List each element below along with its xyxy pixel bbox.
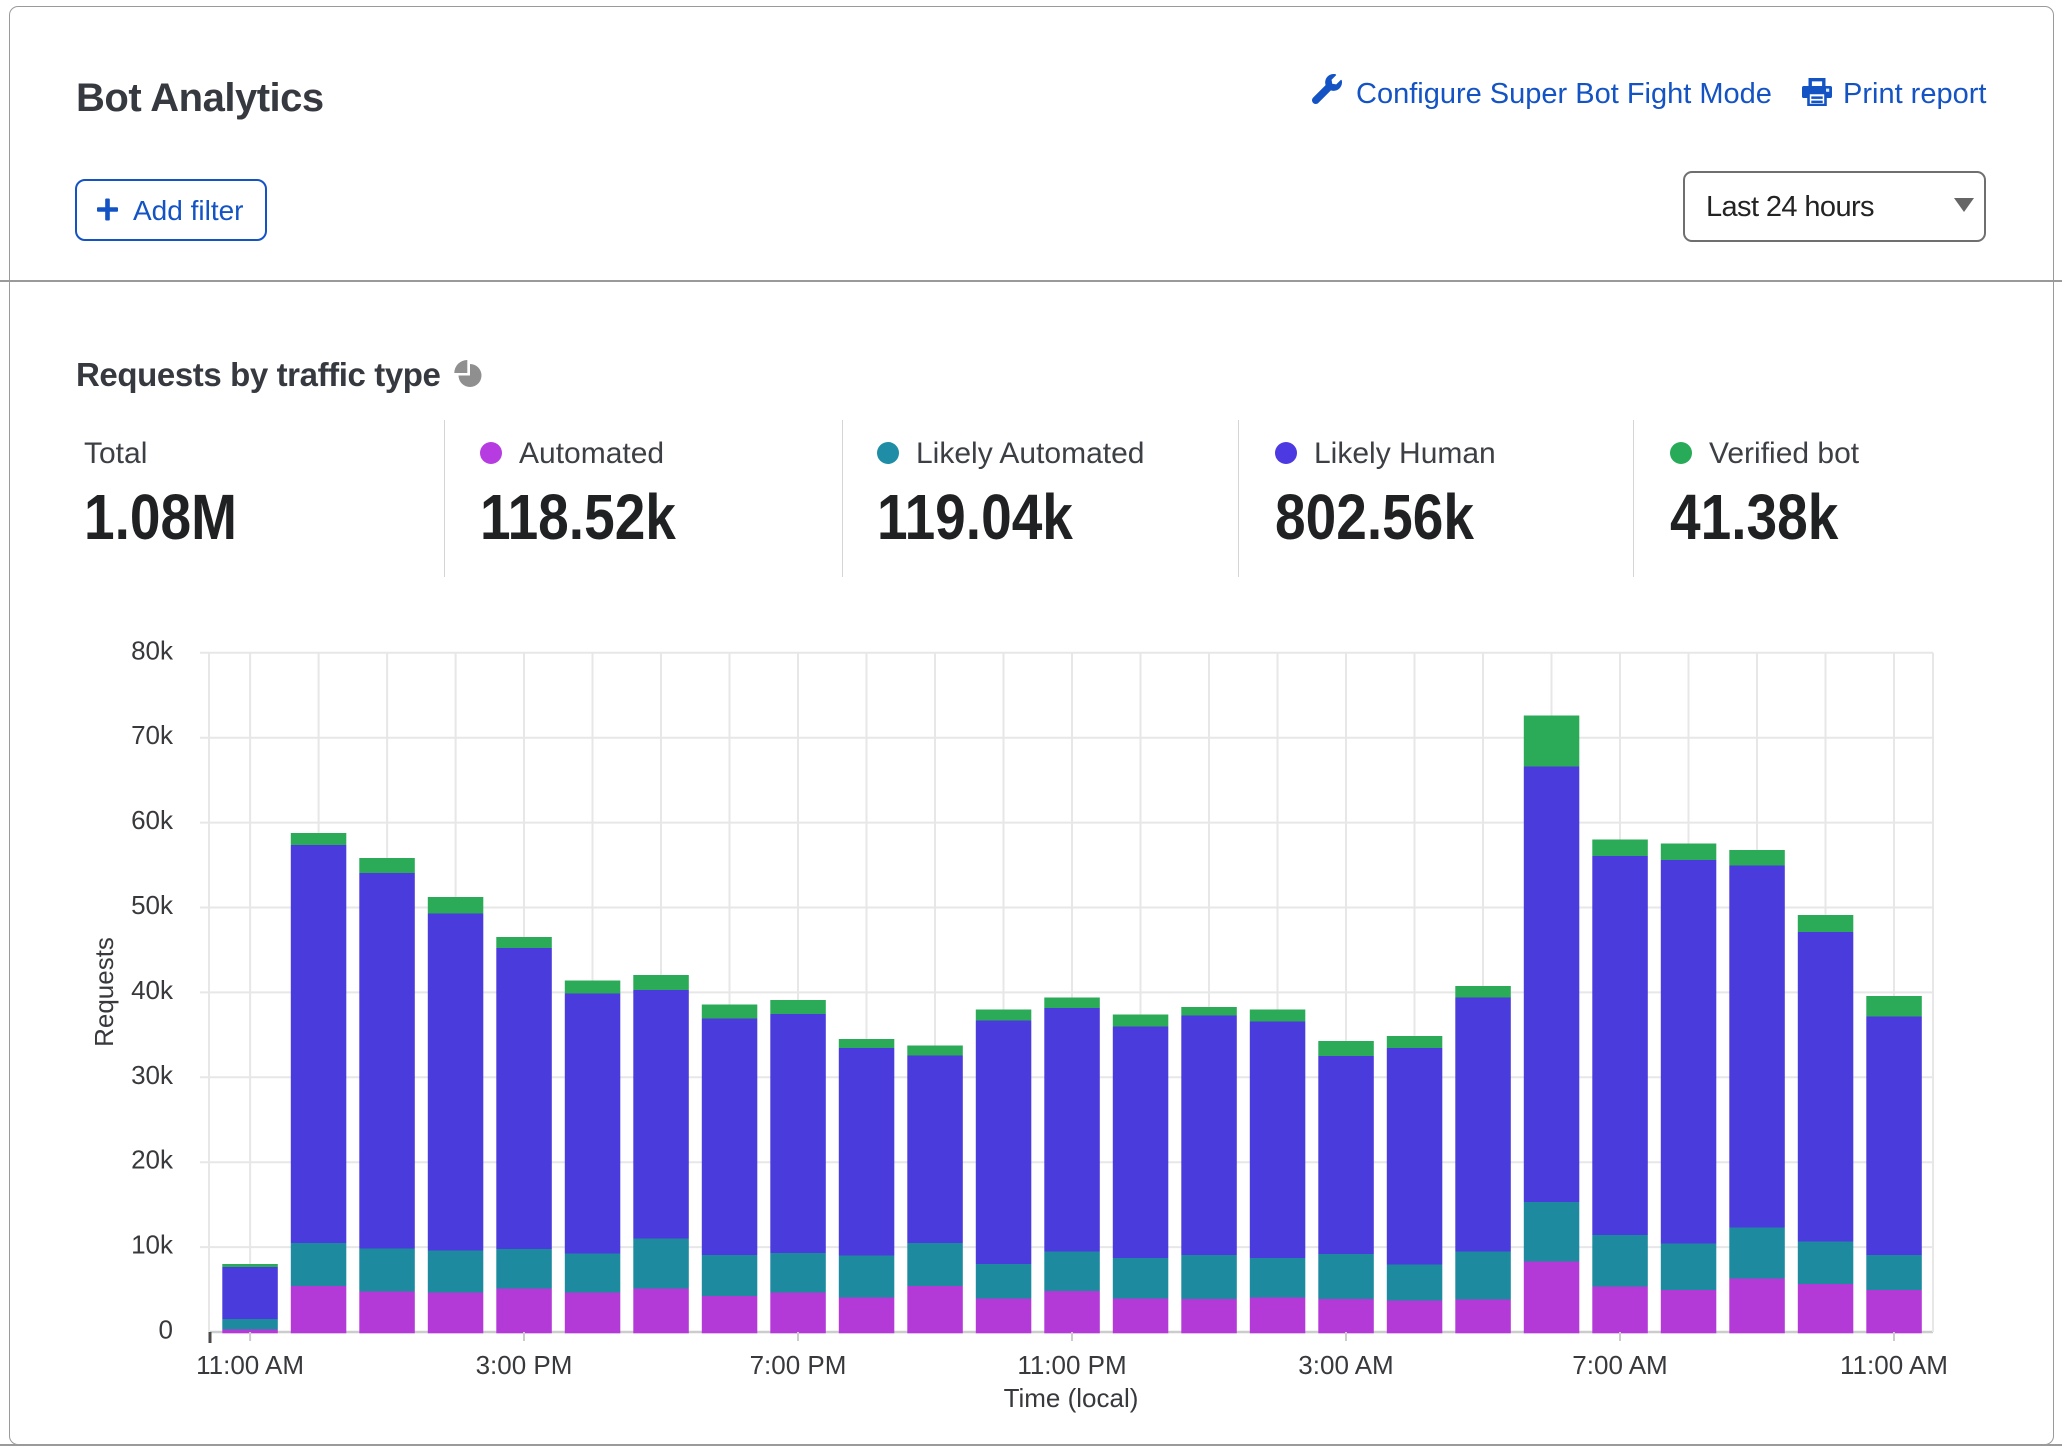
svg-text:0: 0 <box>159 1315 173 1345</box>
svg-text:3:00 PM: 3:00 PM <box>476 1350 573 1380</box>
svg-text:60k: 60k <box>131 805 174 835</box>
svg-text:7:00 AM: 7:00 AM <box>1572 1350 1667 1380</box>
svg-text:3:00 AM: 3:00 AM <box>1298 1350 1393 1380</box>
svg-text:40k: 40k <box>131 975 174 1005</box>
svg-text:20k: 20k <box>131 1145 174 1175</box>
svg-text:30k: 30k <box>131 1060 174 1090</box>
svg-text:11:00 PM: 11:00 PM <box>1017 1350 1126 1380</box>
svg-text:Time (local): Time (local) <box>1004 1383 1139 1413</box>
svg-text:7:00 PM: 7:00 PM <box>750 1350 847 1380</box>
svg-text:50k: 50k <box>131 890 174 920</box>
svg-text:70k: 70k <box>131 720 174 750</box>
svg-text:Requests: Requests <box>89 937 119 1047</box>
svg-text:11:00 AM: 11:00 AM <box>196 1350 304 1380</box>
svg-text:11:00 AM: 11:00 AM <box>1840 1350 1948 1380</box>
svg-text:10k: 10k <box>131 1230 174 1260</box>
svg-text:80k: 80k <box>131 635 174 665</box>
